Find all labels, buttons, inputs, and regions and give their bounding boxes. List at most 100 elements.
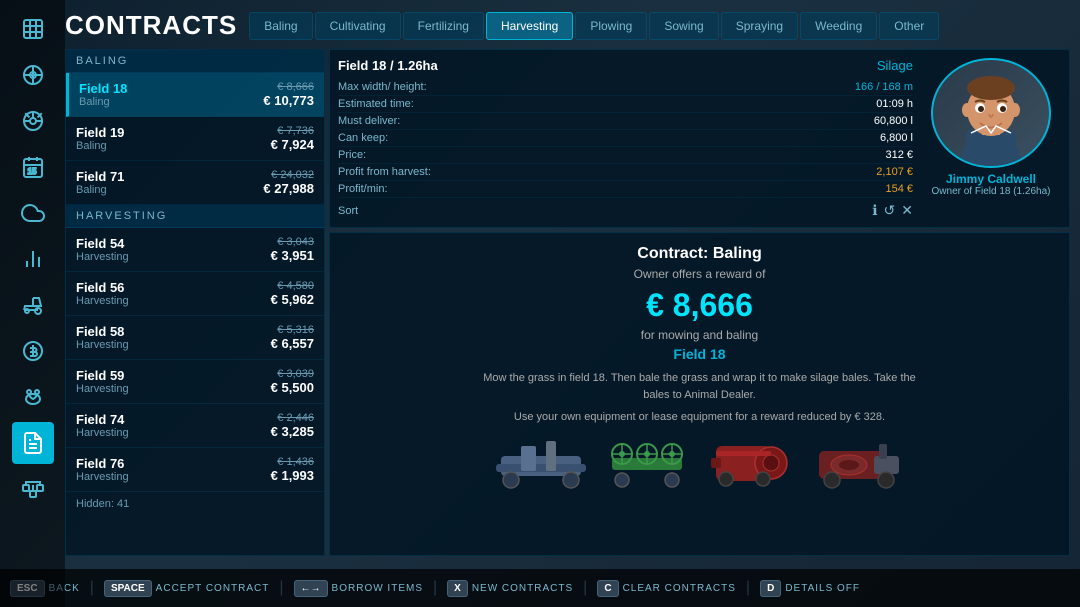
field-56-price-new: € 5,962 xyxy=(271,292,314,307)
contract-item-field71[interactable]: Field 71 Baling € 24,032 € 27,988 xyxy=(66,161,324,205)
owner-offers: Owner offers a reward of xyxy=(634,267,766,281)
tab-spraying[interactable]: Spraying xyxy=(721,12,798,40)
field-59-type: Harvesting xyxy=(76,383,129,395)
field-19-price-old: € 7,736 xyxy=(271,125,314,137)
contract-item-field56[interactable]: Field 56 Harvesting € 4,580 € 5,962 xyxy=(66,272,324,316)
can-keep-label: Can keep: xyxy=(338,132,388,144)
borrow-action: BORROW ITEMS xyxy=(332,583,423,594)
contract-details-top: Field 18 / 1.26ha Silage Max width/ heig… xyxy=(329,49,1070,228)
sidebar-icon-weather[interactable] xyxy=(12,192,54,234)
field-54-name: Field 54 xyxy=(76,236,129,251)
bottom-bar: ESC BACK | SPACE ACCEPT CONTRACT | ←→ BO… xyxy=(0,569,1080,607)
field-19-price-new: € 7,924 xyxy=(271,137,314,152)
tab-fertilizing[interactable]: Fertilizing xyxy=(403,12,484,40)
main-content: CONTRACTS Baling Cultivating Fertilizing… xyxy=(65,10,1070,567)
hotkey-space: SPACE ACCEPT CONTRACT xyxy=(104,580,269,597)
sort-row: Sort ℹ ↺ ✕ xyxy=(338,198,913,219)
max-width-label: Max width/ height: xyxy=(338,81,427,93)
sort-label: Sort xyxy=(338,205,358,217)
sidebar-icon-calendar[interactable]: 15 xyxy=(12,146,54,188)
field-71-price-old: € 24,032 xyxy=(263,169,314,181)
contract-title: Contract: Baling xyxy=(637,245,761,263)
d-key: D xyxy=(760,580,781,597)
sort-info-icon[interactable]: ℹ xyxy=(872,202,877,219)
tab-sowing[interactable]: Sowing xyxy=(649,12,718,40)
field-58-price-new: € 6,557 xyxy=(271,336,314,351)
can-keep-value: 6,800 l xyxy=(880,132,913,144)
contracts-list: BALING Field 18 Baling € 8,666 € 10,773 … xyxy=(65,49,325,556)
field-74-type: Harvesting xyxy=(76,427,129,439)
sidebar-icon-map[interactable] xyxy=(12,8,54,50)
detail-row-profit-min: Profit/min: 154 € xyxy=(338,181,913,198)
contract-item-field76[interactable]: Field 76 Harvesting € 1,436 € 1,993 xyxy=(66,448,324,492)
hotkey-details: D DETAILS OFF xyxy=(760,580,860,597)
hotkey-borrow: ←→ BORROW ITEMS xyxy=(294,580,423,597)
new-action: NEW CONTRACTS xyxy=(472,583,573,594)
field-76-type: Harvesting xyxy=(76,471,129,483)
x-key: X xyxy=(447,580,468,597)
hidden-count: Hidden: 41 xyxy=(66,492,324,516)
contract-item-field18[interactable]: Field 18 Baling € 8,666 € 10,773 xyxy=(66,73,324,117)
field-59-price-old: € 3,039 xyxy=(271,368,314,380)
tab-baling[interactable]: Baling xyxy=(249,12,312,40)
sidebar-icon-money[interactable] xyxy=(12,330,54,372)
sidebar-icon-tractor[interactable] xyxy=(12,284,54,326)
tab-cultivating[interactable]: Cultivating xyxy=(315,12,401,40)
field-71-type: Baling xyxy=(76,184,124,196)
profit-harvest-label: Profit from harvest: xyxy=(338,166,431,178)
contract-item-field19[interactable]: Field 19 Baling € 7,736 € 7,924 xyxy=(66,117,324,161)
sidebar-icon-contracts[interactable] xyxy=(12,422,54,464)
field-59-name: Field 59 xyxy=(76,368,129,383)
field-18-type: Baling xyxy=(79,96,127,108)
tab-weeding[interactable]: Weeding xyxy=(800,12,877,40)
farmer-role: Owner of Field 18 (1.26ha) xyxy=(932,186,1051,197)
clear-action: CLEAR CONTRACTS xyxy=(623,583,736,594)
field-54-price-new: € 3,951 xyxy=(271,248,314,263)
detail-row-price: Price: 312 € xyxy=(338,147,913,164)
contract-item-field74[interactable]: Field 74 Harvesting € 2,446 € 3,285 xyxy=(66,404,324,448)
tab-plowing[interactable]: Plowing xyxy=(575,12,647,40)
equipment-tedder xyxy=(602,433,692,493)
header: CONTRACTS Baling Cultivating Fertilizing… xyxy=(65,10,1070,41)
hotkey-clear: C CLEAR CONTRACTS xyxy=(597,580,736,597)
sidebar-icon-farm[interactable] xyxy=(12,54,54,96)
details-action: DETAILS OFF xyxy=(785,583,860,594)
tab-other[interactable]: Other xyxy=(879,12,939,40)
contract-details-bottom: Contract: Baling Owner offers a reward o… xyxy=(329,232,1070,556)
contract-item-field58[interactable]: Field 58 Harvesting € 5,316 € 6,557 xyxy=(66,316,324,360)
field-58-name: Field 58 xyxy=(76,324,129,339)
equipment-mower xyxy=(496,433,586,493)
field-76-name: Field 76 xyxy=(76,456,129,471)
equipment-row xyxy=(496,433,904,493)
svg-text:15: 15 xyxy=(27,167,36,176)
detail-row-keep: Can keep: 6,800 l xyxy=(338,130,913,147)
field-19-type: Baling xyxy=(76,140,124,152)
farmer-portrait: Jimmy Caldwell Owner of Field 18 (1.26ha… xyxy=(921,58,1061,219)
sidebar-icon-network[interactable] xyxy=(12,468,54,510)
big-price: € 8,666 xyxy=(646,287,753,324)
must-deliver-value: 60,800 l xyxy=(874,115,913,127)
harvesting-section-header: HARVESTING xyxy=(66,205,324,228)
field-71-name: Field 71 xyxy=(76,169,124,184)
sort-close-icon[interactable]: ✕ xyxy=(901,202,913,219)
detail-row-width: Max width/ height: 166 / 168 m xyxy=(338,79,913,96)
contract-item-field54[interactable]: Field 54 Harvesting € 3,043 € 3,951 xyxy=(66,228,324,272)
farmer-name: Jimmy Caldwell xyxy=(946,172,1036,186)
portrait-circle xyxy=(931,58,1051,168)
borrow-key: ←→ xyxy=(294,580,328,597)
field-74-name: Field 74 xyxy=(76,412,129,427)
sort-refresh-icon[interactable]: ↺ xyxy=(884,202,896,219)
sidebar-icon-stats[interactable] xyxy=(12,238,54,280)
field-type-badge: Silage xyxy=(877,58,913,73)
tab-harvesting[interactable]: Harvesting xyxy=(486,12,573,40)
content-area: BALING Field 18 Baling € 8,666 € 10,773 … xyxy=(65,49,1070,556)
profit-min-label: Profit/min: xyxy=(338,183,388,195)
detail-row-profit-harvest: Profit from harvest: 2,107 € xyxy=(338,164,913,181)
sidebar-icon-animal[interactable] xyxy=(12,376,54,418)
contract-item-field59[interactable]: Field 59 Harvesting € 3,039 € 5,500 xyxy=(66,360,324,404)
sidebar-icon-steering[interactable] xyxy=(12,100,54,142)
must-deliver-label: Must deliver: xyxy=(338,115,400,127)
field-highlight: Field 18 xyxy=(673,346,725,362)
field-info-title: Field 18 / 1.26ha xyxy=(338,58,438,73)
baling-section-header: BALING xyxy=(66,50,324,73)
